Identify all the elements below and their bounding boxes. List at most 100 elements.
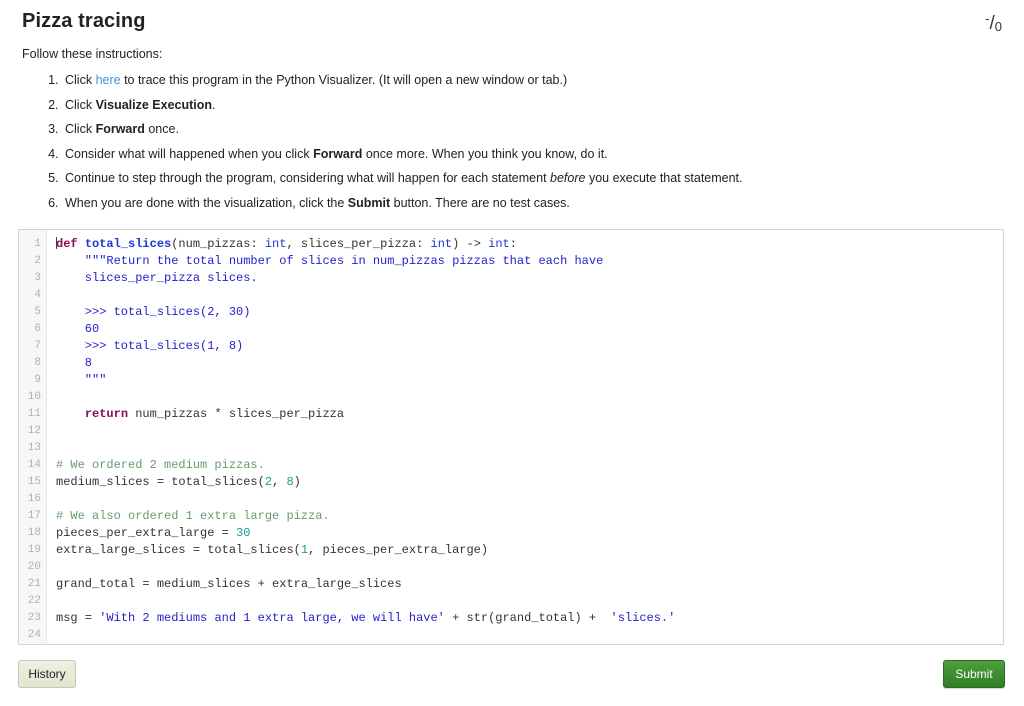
page-header: Pizza tracing -/0 [0,0,1024,34]
line-number: 3 [34,272,41,284]
line-number: 14 [27,459,41,471]
code-token: ) [293,475,301,489]
instruction-text: Consider what will happened when you cli… [65,146,314,161]
code-line: extra_large_slices = total_slices(1, pie… [56,542,1003,559]
line-number: 22 [27,595,41,607]
instruction-emphasis: Submit [347,195,391,210]
instructions-lead: Follow these instructions: [22,47,163,61]
line-number: 23 [27,612,41,624]
instruction-emphasis: Forward [313,146,363,161]
line-number: 1 [34,238,41,250]
code-token: num_pizzas * slices_per_pizza [128,407,345,421]
line-number: 12 [27,425,41,437]
code-token: total_slices [84,237,172,251]
code-token: >>> total_slices(2, 30) [56,305,251,319]
submit-button[interactable]: Submit [943,660,1005,688]
code-token: medium_slices = total_slices( [56,475,265,489]
instruction-text: once more. When you think you know, do i… [362,146,608,161]
code-line: medium_slices = total_slices(2, 8) [56,474,1003,491]
line-number: 13 [27,442,41,454]
instruction-emphasis: before [550,171,586,185]
code-editor-inner: 1 2 3 4 5 6 7 8 9 10 11 12 13 14 15 16 17 18 19 20 21 22 23 24 … [19,230,1003,644]
code-token: extra_large_slices = total_slices( [56,543,301,557]
code-token: def [56,237,85,251]
line-number: 11 [27,408,41,420]
instruction-text: Click [65,122,96,136]
code-token: 'slices.' [603,611,676,625]
instruction-text: Click [65,73,96,87]
score-badge: -/0 [985,6,1002,40]
code-editor[interactable]: 1 2 3 4 5 6 7 8 9 10 11 12 13 14 15 16 17 18 19 20 21 22 23 24 … [18,229,1004,645]
line-number: 2 [34,255,41,267]
code-token: : [509,237,517,251]
instruction-item-4: Consider what will happened when you cli… [62,146,1024,162]
code-token: , pieces_per_extra_large) [308,543,489,557]
code-token: # We also ordered 1 extra large pizza. [56,509,330,523]
instruction-item-5: Continue to step through the program, co… [62,170,1024,186]
code-line: 8 [56,355,1003,372]
page-title: Pizza tracing [22,10,146,32]
line-number: 17 [27,510,41,522]
instruction-text: . [212,97,216,112]
code-token: """Return the total number of slices in … [56,254,604,268]
instruction-item-6: When you are done with the visualization… [62,195,1024,211]
code-token: 8 [56,356,93,370]
instruction-text: you execute that statement. [585,171,743,185]
code-token: int [488,237,510,251]
code-token: # We ordered 2 medium pizzas. [56,458,265,472]
code-token: 8 [286,475,294,489]
line-number: 6 [34,323,41,335]
code-token: 30 [236,526,251,540]
instruction-item-1: Click here to trace this program in the … [62,72,1024,88]
code-token: + str(grand_total) + [444,611,604,625]
instruction-link[interactable]: here [96,73,121,87]
line-number: 7 [34,340,41,352]
instruction-text: Click [65,97,96,112]
code-line: msg = 'With 2 mediums and 1 extra large,… [56,610,1003,627]
code-line: >>> total_slices(2, 30) [56,304,1003,321]
code-token: , [272,475,287,489]
instruction-item-2: Click Visualize Execution. [62,97,1024,113]
line-number: 19 [27,544,41,556]
instruction-emphasis: Forward [95,122,145,136]
instruction-emphasis: Visualize Execution [95,97,213,112]
instruction-item-3: Click Forward once. [62,121,1024,137]
line-number: 20 [27,561,41,573]
code-token: 2 [264,475,273,489]
code-token: >>> total_slices(1, 8) [56,339,244,353]
instruction-text: once. [144,122,179,136]
code-token: , slices_per_pizza: [286,237,431,251]
code-text-area[interactable]: def total_slices(num_pizzas: int, slices… [47,230,1003,644]
code-token: msg = [56,611,100,625]
line-number-gutter: 1 2 3 4 5 6 7 8 9 10 11 12 13 14 15 16 17 18 19 20 21 22 23 24 [19,230,47,644]
code-line: """ [56,372,1003,389]
instruction-text: When you are done with the visualization… [65,195,348,210]
code-line: return num_pizzas * slices_per_pizza [56,406,1003,423]
instruction-text: Continue to step through the program, co… [65,171,551,185]
line-number: 5 [34,306,41,318]
code-token: return [84,407,129,421]
code-token: (num_pizzas: [171,237,265,251]
score-denominator: 0 [994,19,1002,34]
instruction-text: button. There are no test cases. [390,195,570,210]
code-token: """ [56,373,107,387]
footer-bar: History Submit [0,658,1024,706]
code-token: 1 [300,543,309,557]
code-line: pieces_per_extra_large = 30 [56,525,1003,542]
line-number: 21 [27,578,41,590]
line-number: 8 [34,357,41,369]
line-number: 16 [27,493,41,505]
code-token: 60 [56,322,100,336]
code-token: pieces_per_extra_large = [56,526,237,540]
history-button[interactable]: History [18,660,76,688]
line-number: 24 [27,629,41,641]
instructions-list: Click here to trace this program in the … [0,72,1024,211]
code-line: slices_per_pizza slices. [56,270,1003,287]
code-line: # We ordered 2 medium pizzas. [56,457,1003,474]
